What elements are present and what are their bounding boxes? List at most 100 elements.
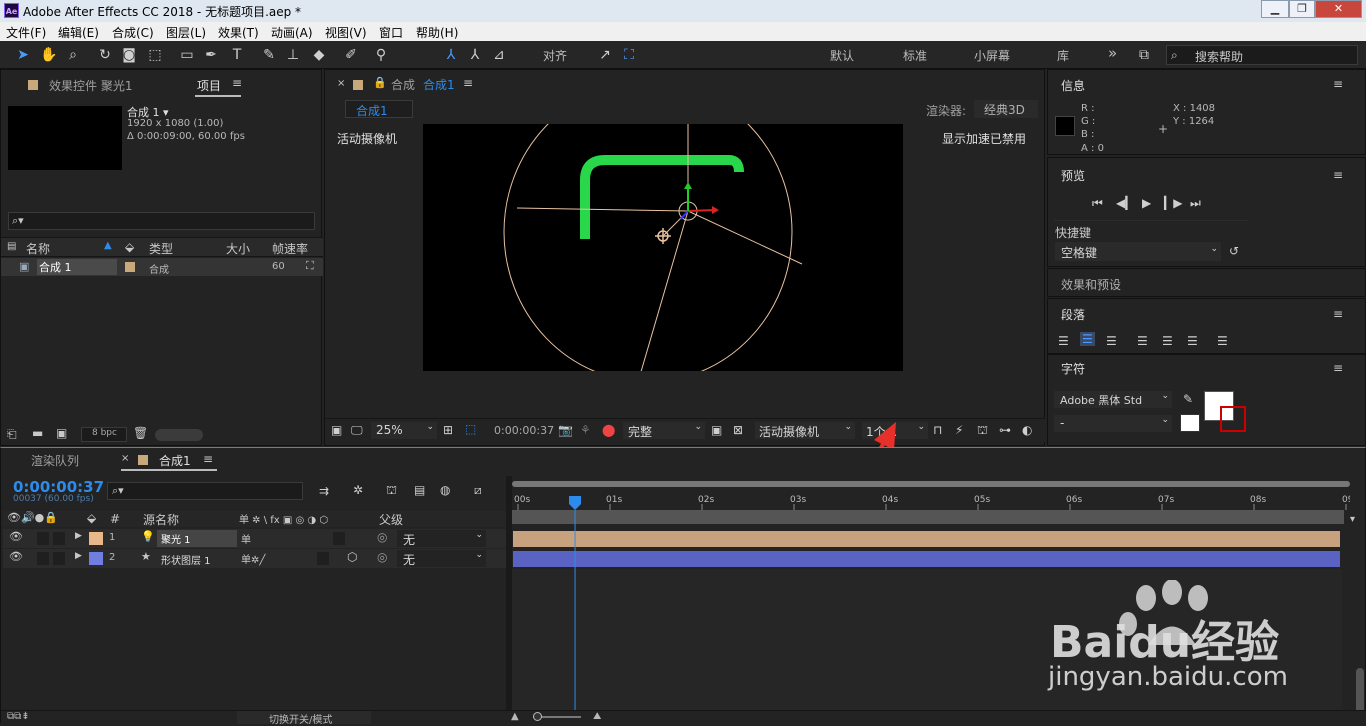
shortcut-select[interactable]: 空格键 ⌄: [1055, 242, 1221, 261]
selection-tool-icon[interactable]: ➤: [14, 46, 32, 64]
panel-menu-icon[interactable]: ≡: [463, 76, 473, 90]
justify-left-icon[interactable]: ☰: [1137, 334, 1148, 348]
timeline-icon[interactable]: ⛫: [977, 423, 988, 439]
project-scroll-thumb[interactable]: [155, 429, 203, 441]
close-icon[interactable]: ✕: [1315, 0, 1362, 18]
menu-window[interactable]: 窗口: [379, 24, 403, 41]
menu-effect[interactable]: 效果(T): [218, 24, 259, 41]
panel-menu-icon[interactable]: ≡: [1333, 168, 1343, 182]
viewer-timecode[interactable]: 0:00:00:37: [494, 424, 554, 437]
effects-presets-title[interactable]: 效果和预设: [1061, 276, 1121, 293]
eraser-tool-icon[interactable]: ◆: [310, 46, 328, 64]
workspace-libraries[interactable]: 库: [1057, 47, 1069, 64]
layer-name[interactable]: 形状图层 1: [161, 552, 211, 567]
menu-composition[interactable]: 合成(C): [112, 24, 154, 41]
menu-file[interactable]: 文件(F): [6, 24, 46, 41]
zoom-tool-icon[interactable]: ⌕: [64, 46, 82, 64]
frame-blending-icon[interactable]: ▤: [414, 483, 425, 497]
monitor-icon[interactable]: 🖵: [351, 423, 363, 438]
show-snapshot-icon[interactable]: ⚘: [580, 423, 591, 437]
x-axis-arrow[interactable]: [687, 209, 716, 212]
justify-center-icon[interactable]: ☰: [1162, 334, 1173, 348]
menu-animation[interactable]: 动画(A): [271, 24, 313, 41]
rotate-tool-icon[interactable]: ↻: [96, 46, 114, 64]
resolution-select[interactable]: 完整 ⌄: [623, 422, 705, 439]
next-frame-icon[interactable]: ▎▶: [1164, 196, 1182, 210]
zoom-select[interactable]: 25% ⌄: [371, 422, 437, 439]
project-search-input[interactable]: ⌕▾: [8, 212, 315, 230]
comp-mini-flowchart-icon[interactable]: ⇉: [319, 484, 329, 498]
sync-settings-icon[interactable]: ⧉: [1135, 46, 1153, 64]
camera-tool-icon[interactable]: ◙: [120, 46, 138, 64]
brush-tool-icon[interactable]: ✎: [260, 46, 278, 64]
restore-icon[interactable]: ❐: [1289, 0, 1315, 18]
fit-icon[interactable]: ⊞: [443, 423, 453, 437]
reset-icon[interactable]: ↺: [1229, 244, 1239, 258]
local-axis-icon[interactable]: ⅄: [442, 46, 460, 64]
layer-label-color[interactable]: [89, 532, 103, 545]
label-color-swatch[interactable]: [125, 262, 135, 272]
close-tab-icon[interactable]: ×: [337, 78, 345, 89]
workspace-more-icon[interactable]: »: [1108, 44, 1117, 62]
column-fps[interactable]: 帧速率: [272, 240, 308, 257]
trash-icon[interactable]: 🗑: [133, 426, 148, 440]
expand-triangle-icon[interactable]: ▶: [75, 551, 82, 561]
pick-whip-icon[interactable]: ◎: [377, 530, 387, 544]
eye-icon[interactable]: 👁: [9, 530, 23, 543]
tab-timeline-comp[interactable]: 合成1: [159, 452, 191, 469]
layer-switches-icons[interactable]: 单✲╱: [241, 551, 265, 566]
last-frame-icon[interactable]: ⏭: [1190, 196, 1201, 211]
justify-all-icon[interactable]: ☰: [1217, 334, 1228, 348]
zoom-in-icon[interactable]: ⛰: [593, 711, 601, 722]
lock-icon[interactable]: 🔒: [373, 76, 387, 89]
3d-layer-icon[interactable]: ⬡: [347, 550, 357, 564]
motion-blur-icon[interactable]: ◍: [440, 483, 450, 497]
safe-margins-icon[interactable]: ⬚: [465, 422, 476, 436]
close-tab-icon[interactable]: ×: [121, 453, 129, 464]
tab-project[interactable]: 项目: [197, 77, 221, 94]
column-parent[interactable]: 父级: [379, 511, 403, 528]
comp-subtab[interactable]: 合成1: [345, 100, 413, 118]
sort-ascending-icon[interactable]: ▲: [104, 240, 112, 251]
align-right-icon[interactable]: ☰: [1106, 334, 1117, 348]
layer-name[interactable]: 聚光 1: [157, 530, 237, 547]
panel-menu-icon[interactable]: ≡: [232, 76, 242, 90]
interpret-footage-icon[interactable]: ⎗: [7, 427, 17, 442]
layer-search-input[interactable]: ⌕▾: [107, 482, 303, 500]
toggle-switches-modes-button[interactable]: 切换开关/模式: [237, 711, 371, 726]
view-axis-icon[interactable]: ⊿: [490, 46, 508, 64]
zoom-slider-thumb[interactable]: [533, 712, 542, 721]
roto-brush-tool-icon[interactable]: ✐: [342, 46, 360, 64]
minimize-icon[interactable]: ▁: [1261, 0, 1289, 18]
effects-presets-panel[interactable]: 效果和预设: [1047, 268, 1366, 297]
pen-tool-icon[interactable]: ✒: [202, 46, 220, 64]
menu-layer[interactable]: 图层(L): [166, 24, 206, 41]
color-channels-icon[interactable]: ⬤: [602, 423, 615, 437]
parent-select[interactable]: 无 ⌄: [397, 530, 486, 547]
workspace-default[interactable]: 默认: [830, 47, 854, 64]
workspace-small-screen[interactable]: 小屏幕: [974, 47, 1010, 64]
snap-feature-icon[interactable]: ⛶: [620, 46, 638, 64]
draft-3d-icon[interactable]: ✲: [353, 483, 363, 497]
snapshot-icon[interactable]: 📷: [558, 423, 573, 437]
playhead-handle[interactable]: [569, 496, 582, 510]
align-center-icon[interactable]: ☰: [1080, 332, 1095, 346]
type-tool-icon[interactable]: T: [228, 46, 246, 64]
renderer-button[interactable]: 经典3D: [974, 100, 1038, 118]
menu-view[interactable]: 视图(V): [325, 24, 367, 41]
eye-icon[interactable]: 👁: [9, 550, 23, 563]
comp-tab-name[interactable]: 合成1: [423, 76, 455, 93]
font-family-select[interactable]: Adobe 黑体 Std ⌄: [1054, 391, 1172, 408]
panel-menu-icon[interactable]: ≡: [1333, 361, 1343, 375]
transparency-grid-icon[interactable]: ⊠: [733, 423, 743, 437]
project-item-name[interactable]: 合成 1: [37, 259, 117, 275]
column-source-name[interactable]: 源名称: [143, 511, 179, 528]
world-axis-icon[interactable]: ⅄: [466, 46, 484, 64]
eyedropper-icon[interactable]: ✎: [1183, 392, 1193, 406]
tab-render-queue[interactable]: 渲染队列: [31, 452, 79, 469]
footer-toggle-icons[interactable]: ⧉⧉⇟: [7, 711, 30, 722]
clone-stamp-tool-icon[interactable]: ⊥: [284, 46, 302, 64]
column-size[interactable]: 大小: [226, 240, 250, 257]
reset-exposure-icon[interactable]: ◐: [1022, 423, 1032, 437]
pick-whip-icon[interactable]: ◎: [377, 550, 387, 564]
